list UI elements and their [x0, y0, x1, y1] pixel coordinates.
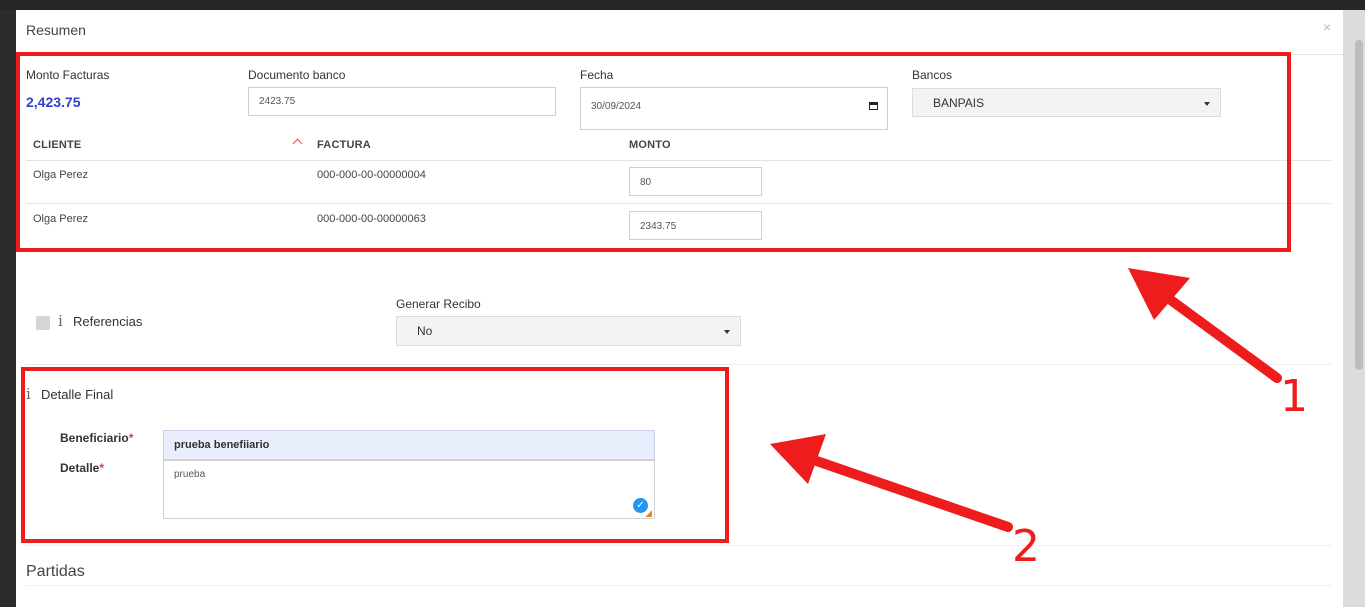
annotation-number-2: 2	[1012, 521, 1040, 572]
monto-facturas-label: Monto Facturas	[26, 68, 110, 82]
section-divider	[26, 364, 1331, 365]
close-icon[interactable]: ×	[1323, 19, 1331, 35]
detalle-textarea[interactable]: prueba	[163, 460, 655, 519]
monto-input[interactable]: 2343.75	[629, 211, 762, 240]
detalle-final-title: Detalle Final	[41, 387, 114, 402]
partidas-title: Partidas	[26, 563, 85, 580]
beneficiario-input[interactable]: prueba benefiiario	[163, 430, 655, 460]
scrollbar[interactable]	[1343, 10, 1365, 607]
summary-modal: Resumen × Monto Facturas 2,423.75 Docume…	[16, 10, 1343, 607]
scrollbar-thumb[interactable]	[1355, 40, 1363, 370]
referencias-label: Referencias	[73, 314, 143, 329]
beneficiario-label: Beneficiario*	[60, 431, 134, 445]
bancos-select[interactable]: BANPAIS	[912, 88, 1221, 117]
generar-recibo-select[interactable]: No	[396, 316, 741, 346]
bancos-selected-value: BANPAIS	[933, 96, 985, 110]
column-header-monto[interactable]: MONTO	[629, 139, 671, 151]
generar-recibo-selected-value: No	[417, 324, 433, 338]
bancos-label: Bancos	[912, 68, 953, 82]
column-header-factura[interactable]: FACTURA	[317, 139, 371, 151]
referencias-checkbox[interactable]	[36, 316, 50, 330]
calendar-icon[interactable]	[869, 102, 878, 110]
fecha-label: Fecha	[580, 68, 614, 82]
sort-ascending-icon[interactable]	[292, 138, 303, 149]
cliente-cell: Olga Perez	[33, 213, 89, 225]
monto-facturas-value: 2,423.75	[26, 94, 81, 110]
section-divider	[26, 545, 1331, 546]
chevron-down-icon	[724, 330, 730, 334]
chevron-down-icon	[1204, 102, 1210, 106]
fecha-value: 30/09/2024	[591, 101, 642, 112]
resize-handle-icon[interactable]	[645, 510, 652, 517]
table-header-divider	[26, 160, 1331, 161]
documento-banco-label: Documento banco	[248, 68, 346, 82]
cliente-cell: Olga Perez	[33, 169, 89, 181]
column-header-cliente[interactable]: CLIENTE	[33, 139, 81, 151]
info-icon: i	[58, 312, 63, 330]
detalle-label: Detalle*	[60, 461, 105, 475]
row-divider	[26, 203, 1331, 204]
documento-banco-input[interactable]: 2423.75	[248, 87, 556, 116]
factura-cell: 000-000-00-00000004	[317, 169, 426, 181]
annotation-number-1: 1	[1280, 371, 1308, 422]
modal-title: Resumen	[26, 22, 86, 38]
monto-input[interactable]: 80	[629, 167, 762, 196]
section-divider	[26, 585, 1331, 586]
factura-cell: 000-000-00-00000063	[317, 213, 426, 225]
info-icon: i	[26, 385, 31, 403]
generar-recibo-label: Generar Recibo	[396, 297, 481, 311]
fecha-date-input[interactable]: 30/09/2024	[580, 87, 888, 130]
background-top-bar	[0, 0, 1365, 10]
modal-header: Resumen ×	[16, 10, 1343, 55]
